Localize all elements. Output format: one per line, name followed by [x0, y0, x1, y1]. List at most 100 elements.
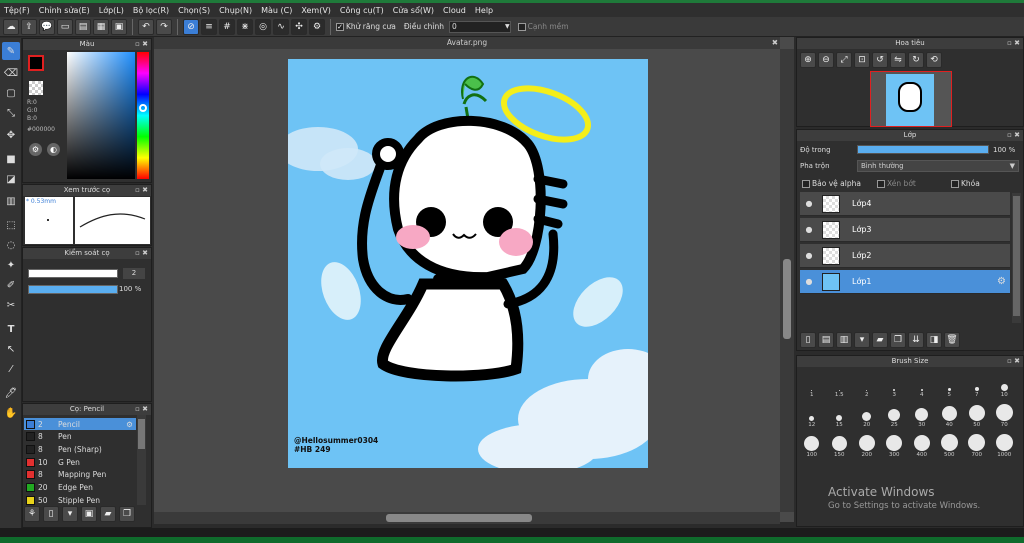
close-icon[interactable]: ▫ ✖ — [135, 404, 148, 415]
brush-size-option[interactable]: 100 — [799, 430, 824, 458]
eraser-tool-icon[interactable]: ⌫ — [2, 64, 20, 82]
brush-size-option[interactable]: 2 — [854, 370, 879, 398]
brush-size-option[interactable]: 5 — [937, 370, 962, 398]
zoom-out-icon[interactable]: ⊖ — [818, 52, 834, 68]
menu-item[interactable]: Cửa sổ(W) — [393, 6, 434, 15]
new-layer-icon[interactable]: ▯ — [800, 332, 816, 348]
brush-size-option[interactable]: 4 — [909, 370, 934, 398]
brush-size-option[interactable]: 1.5 — [827, 370, 852, 398]
menu-item[interactable]: Xem(V) — [301, 6, 331, 15]
brush-size-option[interactable]: 7 — [964, 370, 989, 398]
flip-icon[interactable]: ⇋ — [890, 52, 906, 68]
layer-row[interactable]: ● Lớp2 — [800, 244, 1010, 268]
add-brush-icon[interactable]: ▾ — [62, 506, 78, 522]
brush-size-option[interactable]: 15 — [827, 400, 852, 428]
palette-icon[interactable]: ⚙ — [29, 143, 42, 156]
no-snap-icon[interactable]: ⊘ — [183, 18, 199, 35]
brush-size-option[interactable]: 400 — [909, 430, 934, 458]
close-icon[interactable]: ▫ ✖ — [135, 185, 148, 196]
antialias-toggle[interactable]: ✓ Khử răng cưa — [336, 22, 396, 31]
actual-size-icon[interactable]: ⊡ — [854, 52, 870, 68]
protect-alpha-toggle[interactable]: Bảo vệ alpha — [802, 179, 861, 188]
move-tool-icon[interactable]: ✥ — [2, 126, 20, 144]
brush-size-option[interactable]: 300 — [882, 430, 907, 458]
brush-list-item[interactable]: 8 Pen — [24, 431, 136, 443]
menu-item[interactable]: Lớp(L) — [99, 6, 124, 15]
add-layer-menu-icon[interactable]: ▾ — [854, 332, 870, 348]
brush-opacity-slider[interactable] — [28, 285, 118, 294]
brush-size-option[interactable]: 25 — [882, 400, 907, 428]
menu-item[interactable]: Cloud — [443, 6, 466, 15]
color-wheel-icon[interactable]: ◐ — [47, 143, 60, 156]
brush-size-option[interactable]: 12 — [799, 400, 824, 428]
radial-snap-icon[interactable]: ⋇ — [237, 18, 253, 35]
menu-item[interactable]: Bộ lọc(R) — [133, 6, 169, 15]
soft-edge-toggle[interactable]: Cạnh mềm — [517, 22, 569, 31]
brush-cloud-icon[interactable]: ⚘ — [24, 506, 40, 522]
brush-size-slider[interactable] — [28, 269, 118, 278]
divide-tool-icon[interactable]: ⁄ — [2, 360, 20, 378]
new-brush-icon[interactable]: ▯ — [43, 506, 59, 522]
close-icon[interactable]: ▫ ✖ — [1007, 356, 1020, 367]
brush-size-option[interactable]: 150 — [827, 430, 852, 458]
undo-icon[interactable]: ↶ — [138, 18, 154, 35]
lock-toggle[interactable]: Khóa — [951, 179, 980, 188]
visibility-icon[interactable]: ● — [800, 277, 818, 286]
menu-item[interactable]: Công cụ(T) — [340, 6, 384, 15]
canvas-tab[interactable]: Avatar.png ✖ — [154, 37, 780, 49]
brush-size-option[interactable]: 40 — [937, 400, 962, 428]
delete-layer-icon[interactable]: 🗑 — [944, 332, 960, 348]
brush-size-option[interactable]: 500 — [937, 430, 962, 458]
parallel-snap-icon[interactable]: ≡ — [201, 18, 217, 35]
brush-size-option[interactable]: 30 — [909, 400, 934, 428]
visibility-icon[interactable]: ● — [800, 251, 818, 260]
new-layer-8bit-icon[interactable]: ▤ — [818, 332, 834, 348]
transparent-swatch[interactable] — [29, 81, 43, 95]
fill-rect-icon[interactable]: ■ — [2, 150, 20, 168]
cloud-icon[interactable]: ☁ — [3, 18, 19, 35]
lasso-tool-icon[interactable]: ◌ — [2, 236, 20, 254]
brush-size-option[interactable]: 10 — [992, 370, 1017, 398]
blend-mode-dropdown[interactable]: Bình thường ▼ — [857, 160, 1019, 172]
menu-item[interactable]: Chọn(S) — [178, 6, 210, 15]
hue-slider[interactable] — [137, 52, 149, 179]
duplicate-brush-icon[interactable]: ▣ — [81, 506, 97, 522]
brush-size-value[interactable]: 2 — [123, 268, 145, 279]
visibility-icon[interactable]: ● — [800, 225, 818, 234]
close-icon[interactable]: ▫ ✖ — [1007, 38, 1020, 49]
saturation-value-picker[interactable] — [67, 52, 135, 179]
operation-tool-icon[interactable]: ↖ — [2, 340, 20, 358]
panel-icon[interactable]: ▤ — [75, 18, 91, 35]
select-eraser-icon[interactable]: ✂ — [2, 296, 20, 314]
speech-icon[interactable]: ▭ — [57, 18, 73, 35]
brush-list-scrollbar[interactable] — [137, 415, 146, 505]
layer-row[interactable]: ● Lớp3 — [800, 218, 1010, 242]
menu-item[interactable]: Màu (C) — [261, 6, 292, 15]
artwork-canvas[interactable]: @Hellosummer0304 #HB 249 — [288, 59, 648, 468]
fit-icon[interactable]: ⤢ — [836, 52, 852, 68]
brush-list-item[interactable]: 8 Mapping Pen — [24, 469, 136, 481]
duplicate-layer-icon[interactable]: ❐ — [890, 332, 906, 348]
layer-opacity-slider[interactable] — [857, 145, 989, 154]
image-icon[interactable]: ▣ — [111, 18, 127, 35]
close-icon[interactable]: ▫ ✖ — [135, 248, 148, 259]
adjust-dropdown[interactable]: 0 — [449, 20, 511, 33]
vertical-scrollbar[interactable] — [780, 49, 794, 512]
rotate-right-icon[interactable]: ↻ — [908, 52, 924, 68]
marquee-tool-icon[interactable]: ⬚ — [2, 216, 20, 234]
brush-size-option[interactable]: 3 — [882, 370, 907, 398]
new-layer-1bit-icon[interactable]: ▥ — [836, 332, 852, 348]
redo-icon[interactable]: ↷ — [156, 18, 172, 35]
layer-row[interactable]: ● Lớp4 — [800, 192, 1010, 216]
menu-item[interactable]: Help — [475, 6, 493, 15]
clipping-toggle[interactable]: Xén bớt — [877, 179, 916, 188]
brush-list-item[interactable]: 10 G Pen — [24, 456, 136, 468]
folder-icon[interactable]: ▰ — [100, 506, 116, 522]
brush-size-option[interactable]: 50 — [964, 400, 989, 428]
reset-view-icon[interactable]: ⟲ — [926, 52, 942, 68]
perspective-icon[interactable]: ✣ — [291, 18, 307, 35]
brush-list-item[interactable]: 8 Pen (Sharp) — [24, 443, 136, 455]
clear-layer-icon[interactable]: ◨ — [926, 332, 942, 348]
menu-item[interactable]: Tệp(F) — [4, 6, 30, 15]
foreground-color-swatch[interactable] — [28, 55, 44, 71]
